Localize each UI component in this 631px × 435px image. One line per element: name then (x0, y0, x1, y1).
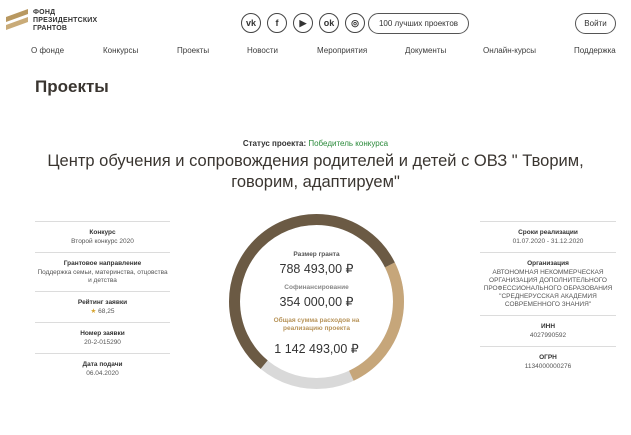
nav-item-support[interactable]: Поддержка (574, 46, 616, 55)
project-info-right: Сроки реализации 01.07.2020 - 31.12.2020… (480, 221, 616, 377)
ogrn-block: ОГРН 1134000000276 (480, 346, 616, 377)
period-label: Сроки реализации (518, 229, 578, 236)
cofin-value: 354 000,00 ₽ (279, 295, 354, 309)
page-title: Проекты (35, 77, 109, 96)
direction-block: Грантовое направление Поддержка семьи, м… (35, 252, 170, 291)
date-label: Дата подачи (82, 361, 123, 368)
best-projects-button[interactable]: 100 лучших проектов (368, 13, 469, 34)
period-block: Сроки реализации 01.07.2020 - 31.12.2020 (480, 221, 616, 252)
nav-item-events[interactable]: Мероприятия (317, 46, 367, 55)
inn-value: 4027990592 (529, 332, 567, 339)
nav-item-news[interactable]: Новости (247, 46, 278, 55)
direction-label: Грантовое направление (63, 260, 142, 267)
status-value: Победитель конкурса (308, 139, 389, 148)
date-block: Дата подачи 06.04.2020 (35, 353, 170, 384)
contest-block: Конкурс Второй конкурс 2020 (35, 221, 170, 252)
cofin-label: Софинансирование (284, 284, 349, 291)
youtube-icon[interactable]: ▶ (293, 13, 313, 33)
finance-summary: Размер гранта 788 493,00 ₽ Софинансирова… (242, 227, 391, 356)
site-logo[interactable]: ФОНД ПРЕЗИДЕНТСКИХ ГРАНТОВ (6, 8, 98, 33)
facebook-icon[interactable]: f (267, 13, 287, 33)
star-icon: ★ (90, 308, 97, 315)
direction-value: Поддержка семьи, материнства, отцовства … (37, 269, 168, 284)
logo-text: ФОНД ПРЕЗИДЕНТСКИХ ГРАНТОВ (33, 9, 98, 32)
rating-block: Рейтинг заявки ★ 68,25 (35, 291, 170, 322)
nav-item-projects[interactable]: Проекты (177, 46, 209, 55)
grant-label: Размер гранта (293, 251, 340, 258)
instagram-icon[interactable]: ◎ (345, 13, 365, 33)
org-block: Организация АВТОНОМНАЯ НЕКОММЕРЧЕСКАЯ ОР… (480, 252, 616, 315)
rating-label: Рейтинг заявки (77, 299, 128, 306)
odnoklassniki-icon[interactable]: ok (319, 13, 339, 33)
inn-block: ИНН 4027990592 (480, 315, 616, 346)
number-block: Номер заявки 20-2-015290 (35, 322, 170, 353)
total-value: 1 142 493,00 ₽ (274, 342, 359, 356)
login-button[interactable]: Войти (575, 13, 616, 34)
social-links: vk f ▶ ok ◎ (241, 13, 365, 33)
org-value: АВТОНОМНАЯ НЕКОММЕРЧЕСКАЯ ОРГАНИЗАЦИЯ ДО… (483, 269, 613, 308)
project-name: Центр обучения и сопровождения родителей… (47, 152, 584, 191)
nav-item-contests[interactable]: Конкурсы (103, 46, 138, 55)
rating-value: 68,25 (98, 308, 115, 315)
ogrn-label: ОГРН (539, 354, 557, 361)
org-label: Организация (527, 260, 569, 267)
ogrn-value: 1134000000276 (524, 363, 572, 370)
status-label: Статус проекта: (242, 139, 307, 148)
contest-value[interactable]: Второй конкурс 2020 (35, 238, 170, 246)
inn-label: ИНН (540, 323, 556, 330)
contest-label: Конкурс (89, 229, 116, 236)
logo-icon (6, 8, 28, 31)
project-status: Статус проекта: Победитель конкурса (0, 139, 631, 148)
vk-icon[interactable]: vk (241, 13, 261, 33)
nav-item-documents[interactable]: Документы (405, 46, 446, 55)
number-label: Номер заявки (80, 330, 125, 337)
project-info-left: Конкурс Второй конкурс 2020 Грантовое на… (35, 221, 170, 384)
nav-item-about[interactable]: О фонде (31, 46, 64, 55)
total-label: Общая сумма расходов на реализацию проек… (273, 317, 360, 332)
period-value: 01.07.2020 - 31.12.2020 (512, 238, 584, 245)
nav-item-courses[interactable]: Онлайн-курсы (483, 46, 536, 55)
grant-value: 788 493,00 ₽ (279, 262, 354, 276)
number-value: 20-2-015290 (84, 339, 121, 346)
main-nav: О фонде Конкурсы Проекты Новости Меропри… (0, 46, 631, 58)
date-value: 06.04.2020 (86, 370, 119, 377)
